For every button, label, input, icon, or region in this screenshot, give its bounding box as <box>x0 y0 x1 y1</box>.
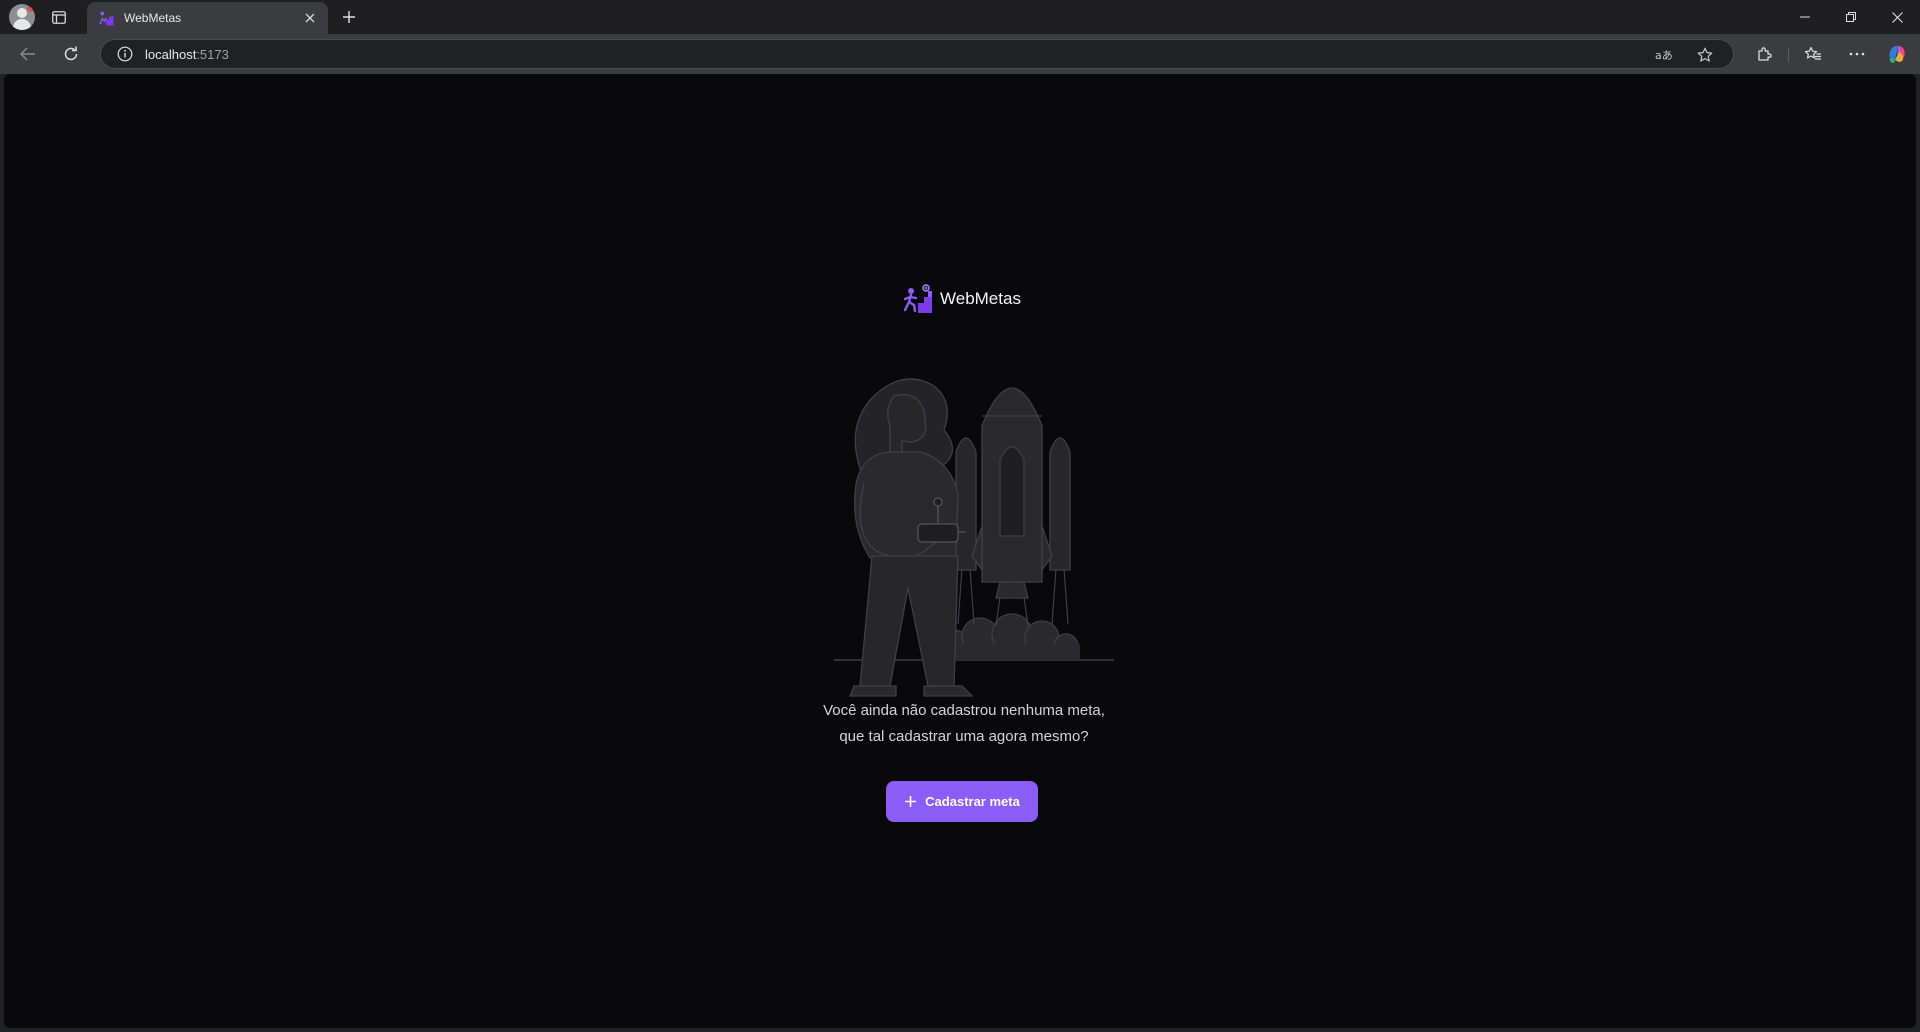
back-icon[interactable] <box>13 39 43 69</box>
brand-logo-icon <box>903 284 932 313</box>
favorites-icon[interactable] <box>1798 39 1828 69</box>
empty-state: WebMetas Você ainda não cadastrou nenhum… <box>4 74 1916 1028</box>
brand-name: WebMetas <box>940 289 1021 308</box>
address-url: localhost:5173 <box>145 46 229 62</box>
minimize-icon[interactable] <box>1782 0 1828 34</box>
new-tab-icon[interactable] <box>337 6 361 28</box>
close-icon[interactable] <box>302 10 318 26</box>
more-icon[interactable] <box>1842 39 1872 69</box>
empty-state-message: Você ainda não cadastrou nenhuma meta, q… <box>714 698 1214 750</box>
favorite-star-icon[interactable] <box>1693 44 1717 66</box>
tab-favicon-icon <box>99 11 114 26</box>
page-viewport: WebMetas Você ainda não cadastrou nenhum… <box>4 74 1916 1028</box>
plus-icon <box>905 796 917 807</box>
tab-bar: WebMetas <box>0 0 1920 34</box>
read-aloud-icon[interactable]: aあ <box>1652 44 1676 66</box>
profile-icon[interactable] <box>9 4 35 30</box>
browser-tab[interactable]: WebMetas <box>87 2 328 34</box>
add-goal-button-label: Cadastrar meta <box>925 794 1020 809</box>
copilot-icon[interactable] <box>1882 39 1912 69</box>
brand: WebMetas <box>902 282 1021 316</box>
restore-icon[interactable] <box>1828 0 1874 34</box>
svg-text:aあ: aあ <box>1655 49 1673 62</box>
reload-icon[interactable] <box>56 39 86 69</box>
extensions-icon[interactable] <box>1749 39 1779 69</box>
window-close-icon[interactable] <box>1874 0 1920 34</box>
empty-state-line-1: Você ainda não cadastrou nenhuma meta, <box>823 702 1105 719</box>
empty-state-line-2: que tal cadastrar uma agora mesmo? <box>839 728 1089 745</box>
add-goal-button[interactable]: Cadastrar meta <box>886 781 1038 822</box>
toolbar-separator <box>1788 48 1789 62</box>
browser-toolbar: localhost:5173 aあ <box>0 34 1920 74</box>
tab-actions-icon[interactable] <box>48 7 70 27</box>
info-icon[interactable] <box>117 46 133 62</box>
tab-title: WebMetas <box>124 11 182 25</box>
empty-state-illustration <box>834 378 1114 697</box>
address-bar[interactable]: localhost:5173 aあ <box>100 39 1734 69</box>
